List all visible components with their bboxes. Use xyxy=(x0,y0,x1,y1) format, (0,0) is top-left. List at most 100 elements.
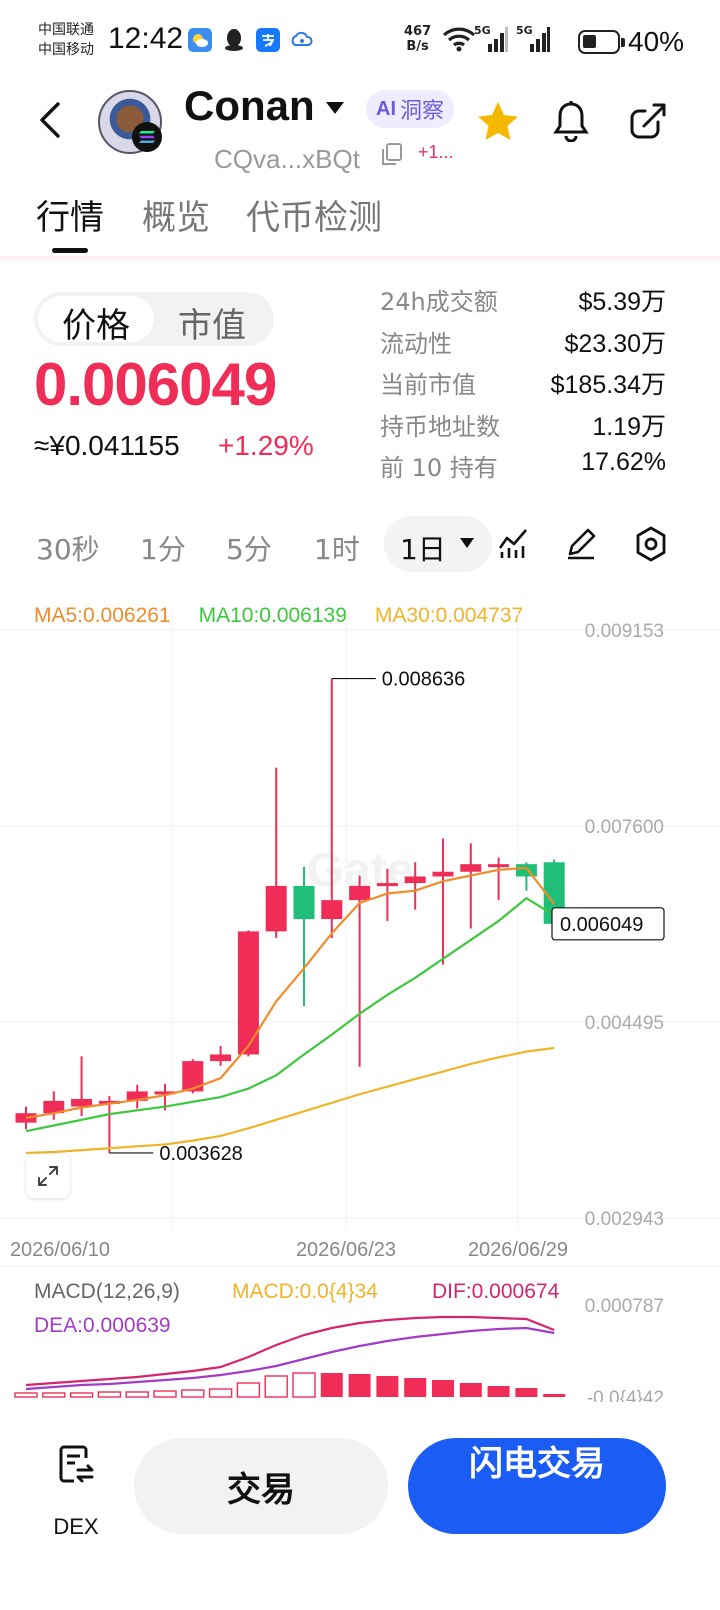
back-icon[interactable] xyxy=(36,100,64,140)
main-tabs: 行情 概览 代币检测 xyxy=(0,180,720,260)
weather-app-icon xyxy=(188,28,212,52)
signal-icon-2: 5G xyxy=(516,24,550,58)
stat-row: 当前市值 $185.34万 xyxy=(380,363,666,405)
ai-chip-prefix: AI xyxy=(376,97,396,120)
stat-value-top10: 17.62% xyxy=(581,448,666,476)
candle-body xyxy=(515,864,537,877)
macd-histogram-bar xyxy=(181,1389,205,1398)
macd-histogram-bar xyxy=(459,1383,482,1397)
tab-market[interactable]: 行情 xyxy=(36,190,104,239)
interval-selector: 30秒 1分 5分 1时 1日 xyxy=(0,512,720,576)
dif-value: DIF:0.000674 xyxy=(432,1280,560,1303)
current-price-tag-label: 0.006049 xyxy=(560,914,643,936)
stat-label-volume: 24h成交额 xyxy=(380,288,498,316)
copy-icon[interactable] xyxy=(380,142,404,168)
token-name[interactable]: Conan xyxy=(184,82,315,130)
net-type-1: 5G xyxy=(474,24,491,37)
stat-label-market-cap: 当前市值 xyxy=(380,371,476,399)
net-type-2: 5G xyxy=(516,24,533,37)
toggle-price[interactable]: 价格 xyxy=(62,298,130,347)
stat-label-liquidity: 流动性 xyxy=(380,329,452,358)
expand-icon xyxy=(38,1166,58,1186)
more-addresses-link[interactable]: +1... xyxy=(418,142,454,163)
macd-histogram-bar xyxy=(320,1373,343,1397)
ma5-line xyxy=(25,866,556,1120)
token-stats: 24h成交额 $5.39万 流动性 $23.30万 当前市值 $185.34万 … xyxy=(380,280,666,488)
candle-body xyxy=(15,1113,37,1123)
tab-overview[interactable]: 概览 xyxy=(142,190,210,239)
dex-button[interactable]: DEX xyxy=(36,1444,116,1554)
candle-body xyxy=(321,900,343,920)
tab-token-check[interactable]: 代币检测 xyxy=(246,190,382,239)
chart-settings-icon[interactable] xyxy=(634,526,668,562)
candle-body xyxy=(293,885,315,920)
signal-icon-1: 5G xyxy=(474,24,508,58)
contract-address: CQva...xBQt xyxy=(214,144,360,174)
candle-body xyxy=(404,876,426,884)
interval-1d-dropdown[interactable]: 1日 xyxy=(384,516,492,572)
macd-histogram-bar xyxy=(42,1392,66,1398)
y-axis-tick-label: 0.009153 xyxy=(585,621,664,642)
macd-histogram-bar xyxy=(69,1392,94,1398)
macd-histogram-bar xyxy=(348,1374,371,1397)
draw-pencil-icon[interactable] xyxy=(564,526,598,560)
chevron-down-icon xyxy=(460,538,474,548)
macd-histogram-bar xyxy=(14,1392,38,1398)
ma10-line xyxy=(25,896,555,1133)
flash-trade-button[interactable]: 闪电交易 xyxy=(408,1438,666,1534)
interval-1m[interactable]: 1分 xyxy=(140,528,186,568)
indicator-icon[interactable] xyxy=(498,526,530,560)
candle-body xyxy=(265,885,287,932)
network-speed: 467 B/s xyxy=(404,24,431,54)
bottom-action-bar: DEX 交易 闪电交易 xyxy=(0,1404,720,1610)
dex-label: DEX xyxy=(53,1514,99,1539)
interval-selected-label: 1日 xyxy=(400,533,446,566)
x-axis-tick-label: 2026/06/10 xyxy=(10,1239,110,1261)
carrier-1: 中国联通 xyxy=(38,22,94,38)
alipay-icon xyxy=(256,28,280,52)
ai-insight-button[interactable]: AI 洞察 xyxy=(366,90,455,128)
macd-histogram-bar xyxy=(515,1388,538,1397)
share-icon[interactable] xyxy=(628,100,668,142)
high-price-label: 0.008636 xyxy=(382,669,465,691)
macd-histogram-bar xyxy=(236,1382,261,1398)
toggle-market-cap[interactable]: 市值 xyxy=(178,298,246,347)
price-marketcap-toggle: 价格 市值 xyxy=(34,292,274,346)
solana-chain-icon xyxy=(132,122,162,152)
qq-icon xyxy=(222,28,246,52)
favorite-star-icon[interactable] xyxy=(476,100,520,142)
y-axis-tick-label: 0.004495 xyxy=(585,1013,664,1034)
macd-histogram-bar xyxy=(376,1376,399,1397)
stat-value-holders: 1.19万 xyxy=(592,412,666,441)
interval-5m[interactable]: 5分 xyxy=(226,528,272,568)
candle-body xyxy=(460,864,482,872)
candle-body xyxy=(376,883,398,887)
token-switch-caret-icon[interactable] xyxy=(326,102,344,114)
network-speed-unit: B/s xyxy=(406,39,429,54)
y-axis-tick-label: 0.007600 xyxy=(585,817,664,838)
macd-label: MACD(12,26,9) xyxy=(34,1280,180,1303)
current-price: 0.006049 xyxy=(34,351,277,418)
stat-row: 前 10 持有 17.62% xyxy=(380,446,666,488)
macd-histogram-bar xyxy=(264,1375,288,1398)
fullscreen-button[interactable] xyxy=(26,1154,70,1198)
low-price-label: 0.003628 xyxy=(159,1143,242,1165)
trade-button[interactable]: 交易 xyxy=(134,1438,388,1534)
price-alert-bell-icon[interactable] xyxy=(552,100,590,142)
carrier-2: 中国移动 xyxy=(38,42,94,58)
battery-icon xyxy=(578,30,625,54)
dea-value: DEA:0.000639 xyxy=(34,1314,171,1337)
macd-ytick-bottom: -0.0{4}42 xyxy=(587,1388,664,1402)
tabs-divider xyxy=(0,256,720,264)
x-axis-tick-label: 2026/06/29 xyxy=(468,1239,568,1261)
macd-histogram-bar xyxy=(292,1372,316,1398)
price-chart[interactable]: MA5:0.006261 MA10:0.006139 MA30:0.004737… xyxy=(0,590,720,1402)
macd-histogram-bar xyxy=(432,1380,454,1397)
interval-1h[interactable]: 1时 xyxy=(314,528,360,568)
candle-body xyxy=(210,1054,232,1062)
macd-histogram-bar xyxy=(543,1394,566,1397)
price-change-percent: +1.29% xyxy=(218,430,314,461)
interval-30s[interactable]: 30秒 xyxy=(36,528,100,568)
candlestick-svg: Gate 0.0091530.0076000.0044950.002943 20… xyxy=(0,610,720,1402)
stat-value-liquidity: $23.30万 xyxy=(564,329,666,358)
